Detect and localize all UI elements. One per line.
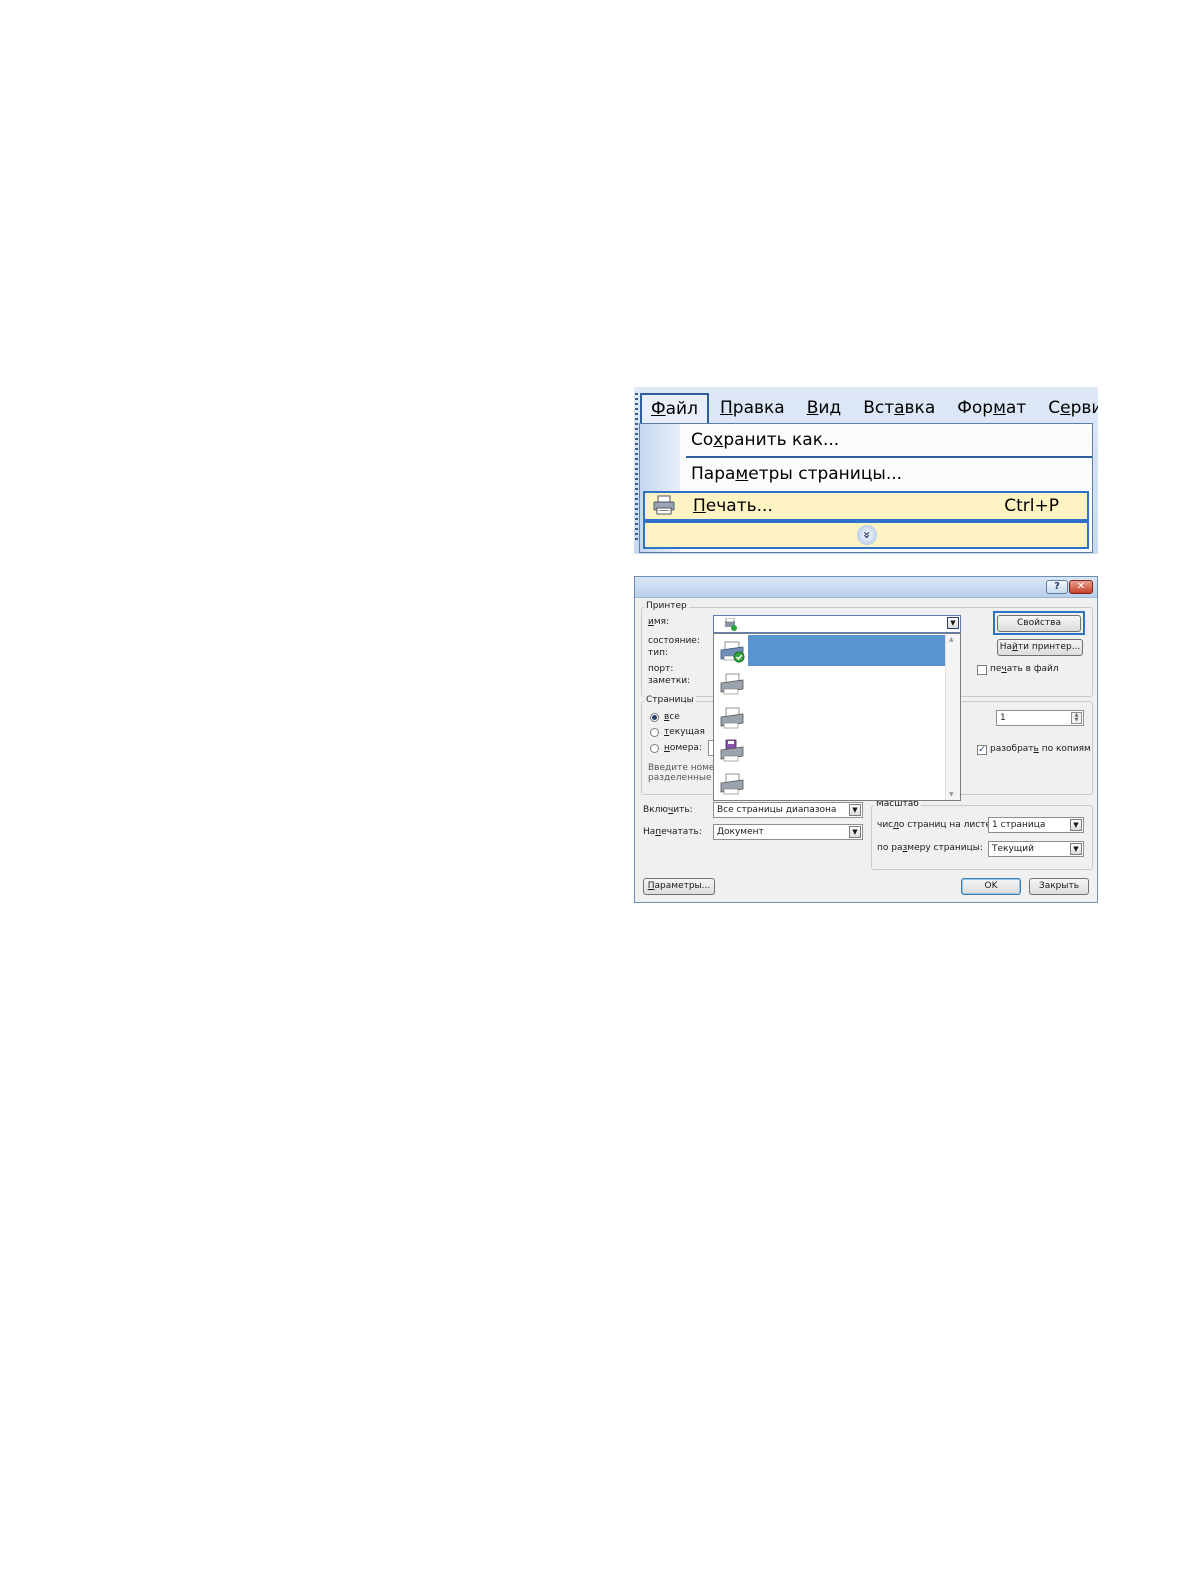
menu-item-page-setup[interactable]: Параметры страницы... (640, 458, 1092, 491)
printer-list-item[interactable] (714, 734, 946, 766)
close-button[interactable]: Закрыть (1029, 878, 1089, 895)
menu-tools[interactable]: Сервис (1037, 393, 1098, 423)
print-to-file-label: печать в файл (990, 664, 1059, 674)
page-numbers-radio[interactable] (650, 744, 659, 753)
dialog-titlebar[interactable]: ? ✕ (635, 577, 1097, 598)
selection-highlight (748, 635, 945, 666)
printer-list-item[interactable] (714, 767, 946, 799)
page-range-hint-1: Введите номер (648, 763, 721, 773)
print-dialog: ? ✕ Принтер имя: ▼ состояние: тип: порт:… (634, 576, 1098, 903)
port-label: порт: (648, 664, 674, 674)
fit-to-label: по размеру страницы: (877, 843, 983, 853)
copies-input[interactable]: 1 ▲ ▼ (996, 710, 1084, 726)
all-pages-radio[interactable] (650, 713, 659, 722)
fit-to-select[interactable]: Текущий ▼ (988, 841, 1084, 857)
copies-spinner[interactable]: ▲ ▼ (1071, 712, 1082, 724)
printer-list[interactable]: ▲ ▼ (713, 633, 961, 801)
include-select[interactable]: Все страницы диапазона ▼ (713, 802, 863, 818)
page-range-hint-2: разделенные з (648, 773, 720, 783)
printer-list-item[interactable] (714, 701, 946, 733)
close-icon[interactable]: ✕ (1069, 580, 1093, 594)
copies-value: 1 (1000, 713, 1006, 723)
printer-icon (720, 707, 744, 729)
current-page-radio[interactable] (650, 728, 659, 737)
print-what-select[interactable]: Документ ▼ (713, 824, 863, 840)
default-printer-icon (720, 641, 745, 663)
chevron-down-icon[interactable]: ▼ (849, 804, 861, 816)
menu-item-label: Параметры страницы... (691, 464, 903, 484)
menu-view[interactable]: Вид (796, 393, 852, 423)
ok-button[interactable]: OK (961, 878, 1021, 895)
printer-icon (725, 618, 737, 631)
pages-group-title: Страницы (644, 695, 696, 705)
menu-bar: ФайлПравкаВидВставкаФорматСервис (640, 393, 1098, 423)
print-what-label: Напечатать: (643, 827, 702, 837)
menu-item-label: Печать... (693, 496, 773, 516)
collate-checkbox[interactable]: ✓ (977, 745, 987, 755)
chevron-down-icon[interactable]: ▼ (947, 617, 959, 629)
properties-button[interactable]: Свойства (997, 615, 1081, 632)
pages-per-sheet-select[interactable]: 1 страница ▼ (988, 817, 1084, 833)
print-what-value: Документ (717, 827, 764, 837)
menu-edit[interactable]: Правка (709, 393, 796, 423)
all-pages-label: все (664, 712, 680, 722)
printer-icon (653, 495, 675, 515)
printer-group-title: Принтер (644, 601, 689, 611)
notes-label: заметки: (648, 676, 691, 686)
shortcut-label: Ctrl+P (1004, 496, 1059, 516)
file-menu-screenshot: ФайлПравкаВидВставкаФорматСервис Сохрани… (634, 387, 1098, 554)
type-label: тип: (648, 648, 669, 658)
double-chevron-down-icon: » (857, 525, 877, 545)
scale-group (871, 805, 1093, 870)
include-value: Все страницы диапазона (717, 805, 837, 815)
print-to-file-checkbox[interactable] (977, 665, 987, 675)
menu-expand-row[interactable]: » (643, 521, 1089, 549)
chevron-down-icon[interactable]: ▼ (1070, 819, 1082, 831)
pages-per-sheet-value: 1 страница (992, 820, 1046, 830)
pages-per-sheet-label: число страниц на листе: (877, 820, 995, 830)
collate-label: разобрать по копиям (990, 744, 1091, 754)
fax-icon (720, 739, 744, 762)
printer-icon (720, 773, 744, 795)
help-button[interactable]: ? (1046, 580, 1068, 594)
scroll-up-icon[interactable]: ▲ (949, 636, 954, 643)
chevron-down-icon[interactable]: ▼ (849, 826, 861, 838)
options-button[interactable]: Параметры... (643, 878, 715, 895)
include-label: Включить: (643, 805, 693, 815)
menu-item-label: Сохранить как... (691, 430, 840, 450)
file-menu-dropdown: Сохранить как... Параметры страницы... П… (639, 423, 1093, 553)
current-page-label: текущая (664, 727, 705, 737)
spin-down-icon[interactable]: ▼ (1072, 718, 1081, 723)
menu-format[interactable]: Формат (946, 393, 1037, 423)
printer-list-item[interactable] (714, 667, 946, 699)
status-label: состояние: (648, 636, 700, 646)
menu-insert[interactable]: Вставка (852, 393, 946, 423)
name-label: имя: (648, 617, 670, 627)
menu-item-save-as[interactable]: Сохранить как... (640, 424, 1092, 457)
find-printer-button[interactable]: Найти принтер... (997, 639, 1083, 656)
printer-name-select[interactable]: ▼ (713, 615, 961, 633)
scroll-down-icon[interactable]: ▼ (949, 791, 954, 798)
toolbar-grip[interactable] (635, 393, 638, 543)
fit-to-value: Текущий (992, 844, 1034, 854)
printer-list-scrollbar[interactable]: ▲ ▼ (945, 634, 960, 800)
printer-list-item-selected[interactable] (714, 634, 946, 666)
menu-file[interactable]: Файл (640, 393, 709, 423)
page-numbers-label: номера: (664, 743, 702, 753)
printer-icon (720, 673, 744, 695)
menu-item-print[interactable]: Печать... Ctrl+P (643, 491, 1089, 521)
chevron-down-icon[interactable]: ▼ (1070, 843, 1082, 855)
